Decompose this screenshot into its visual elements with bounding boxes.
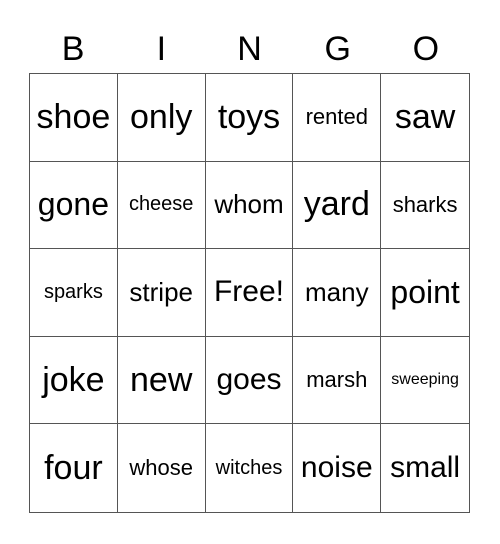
bingo-cell[interactable]: stripe [117,249,206,337]
bingo-cell[interactable]: point [381,249,469,337]
bingo-cell[interactable]: sharks [381,162,469,250]
bingo-cell[interactable]: goes [205,336,294,425]
bingo-cell[interactable]: saw [381,74,469,162]
header-letter-n: N [237,30,262,68]
bingo-cell[interactable]: only [117,74,206,162]
bingo-cell[interactable]: witches [206,424,294,512]
header-letter-g: G [324,30,351,68]
bingo-cell[interactable]: gone [30,161,118,250]
free-space-cell[interactable]: Free! [205,249,294,337]
header-letter-i: I [156,30,167,68]
bingo-cell[interactable]: cheese [117,161,206,250]
bingo-cell[interactable]: noise [293,424,382,512]
bingo-cell[interactable]: toys [205,74,294,162]
bingo-cell[interactable]: yard [293,161,382,250]
bingo-grid: shoe only toys rented saw gone cheese wh… [29,73,470,513]
bingo-cell[interactable]: whom [205,161,294,250]
header-letter-o: O [412,30,440,68]
bingo-cell[interactable]: marsh [293,336,382,425]
header-letter-b: B [61,30,85,68]
bingo-cell[interactable]: four [30,424,118,512]
bingo-cell[interactable]: small [381,424,469,512]
bingo-cell[interactable]: joke [30,336,118,425]
bingo-cell[interactable]: whose [118,424,206,512]
bingo-cell[interactable]: rented [293,74,382,162]
bingo-cell[interactable]: many [293,249,382,337]
bingo-cell[interactable]: sweeping [381,337,469,425]
bingo-header: B I N G O [29,24,470,74]
bingo-cell[interactable]: sparks [30,249,118,337]
bingo-cell[interactable]: shoe [30,74,118,162]
bingo-cell[interactable]: new [117,336,206,425]
